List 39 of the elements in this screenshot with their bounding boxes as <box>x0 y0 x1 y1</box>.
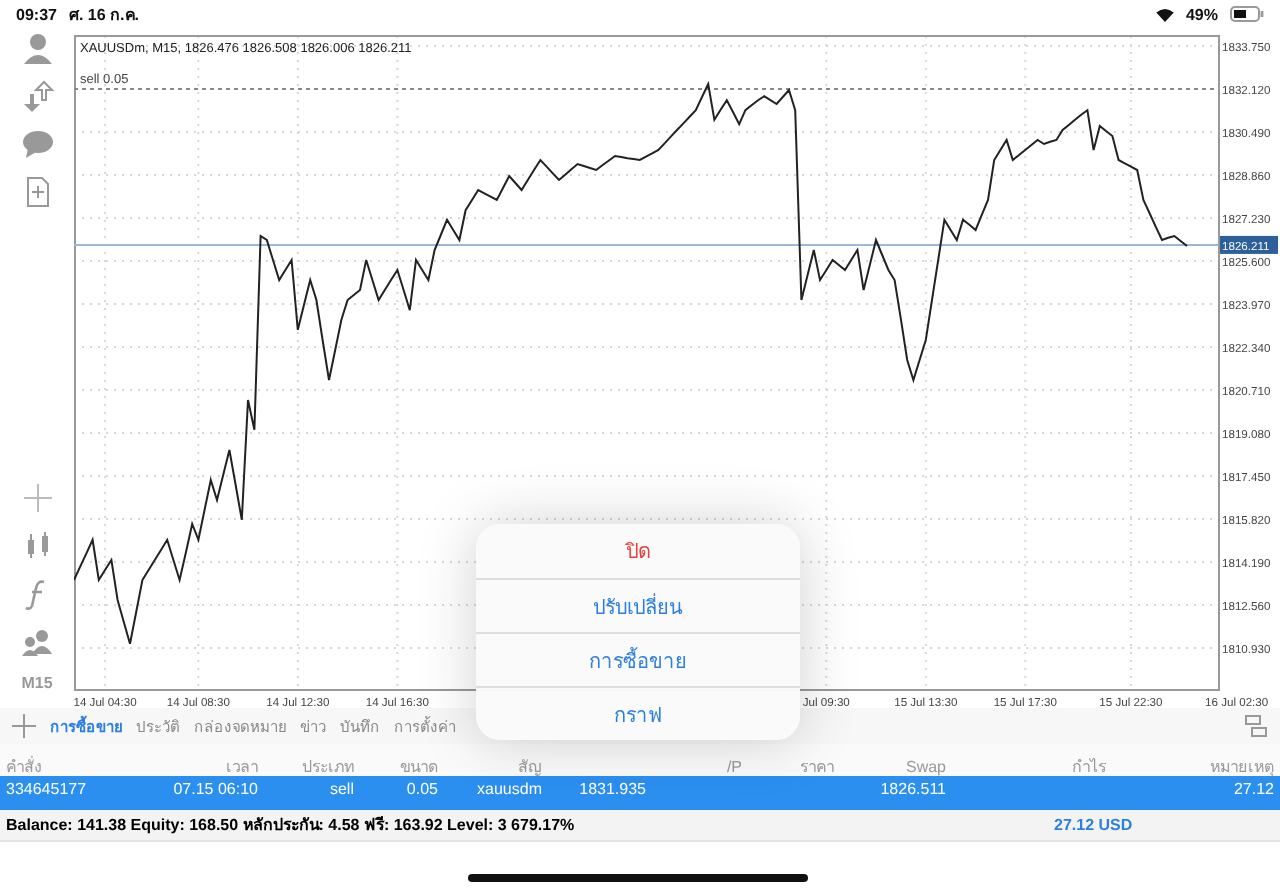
battery-icon <box>1230 6 1264 22</box>
up-down-arrows-icon[interactable] <box>21 80 53 112</box>
column-header: สัญ <box>516 756 544 780</box>
people-icon[interactable] <box>21 626 53 658</box>
table-cell-text: 1831.935 <box>577 780 648 798</box>
battery-level: 49% <box>1185 5 1218 23</box>
table-cell-text: 27.12 <box>1231 780 1276 798</box>
column-header: Swap <box>903 758 948 776</box>
column-header: หมายเหตุ <box>1208 756 1276 780</box>
column-header: คำสั่ง <box>4 754 44 780</box>
column-header: ขนาด <box>398 756 440 780</box>
column-header: /P <box>724 758 744 776</box>
table-cell-text: 1826.511 <box>878 780 948 798</box>
add-document-icon[interactable] <box>21 176 53 208</box>
wifi-icon <box>1155 7 1174 21</box>
column-header: ประเภท <box>300 756 356 780</box>
action-item[interactable]: การซื้อขาย <box>476 632 800 686</box>
account-summary: Balance: 141.38 Equity: 168.50 หลักประกัน: 4.58 ฟรี: 163.92 Level: 3 679.17% <box>6 814 575 838</box>
table-cell-text: 07.15 06:10 <box>171 780 260 798</box>
table-cell-text: xauusdm <box>475 780 544 798</box>
table-cell-text: 0.05 <box>404 780 440 798</box>
crosshair-icon[interactable] <box>21 482 53 514</box>
column-header: เวลา <box>224 756 260 780</box>
total-profit: 27.12 USD <box>1054 816 1135 834</box>
table-cell-text: 334645177 <box>4 780 89 798</box>
column-header: ราคา <box>798 756 836 780</box>
add-icon[interactable] <box>12 714 36 738</box>
date: ศ. 16 ก.ค. <box>68 3 139 27</box>
order-row[interactable]: 334645177 07.15 06:10 sell 0.05 xauusdm 1831.935 1826.511 27.12 <box>0 776 1280 810</box>
action-item[interactable]: ปรับเปลี่ยน <box>476 578 800 632</box>
timeframe-button[interactable]: M15 <box>21 674 53 692</box>
column-header: กำไร <box>1070 756 1108 780</box>
clock: 09:37 <box>16 5 57 23</box>
action-item[interactable]: ปิด <box>476 524 800 578</box>
chat-icon[interactable] <box>21 128 53 160</box>
person-icon[interactable] <box>21 32 53 64</box>
action-item[interactable]: กราฟ <box>476 686 800 740</box>
layout-icon[interactable] <box>1244 714 1268 738</box>
table-cell-text: sell <box>327 780 356 798</box>
